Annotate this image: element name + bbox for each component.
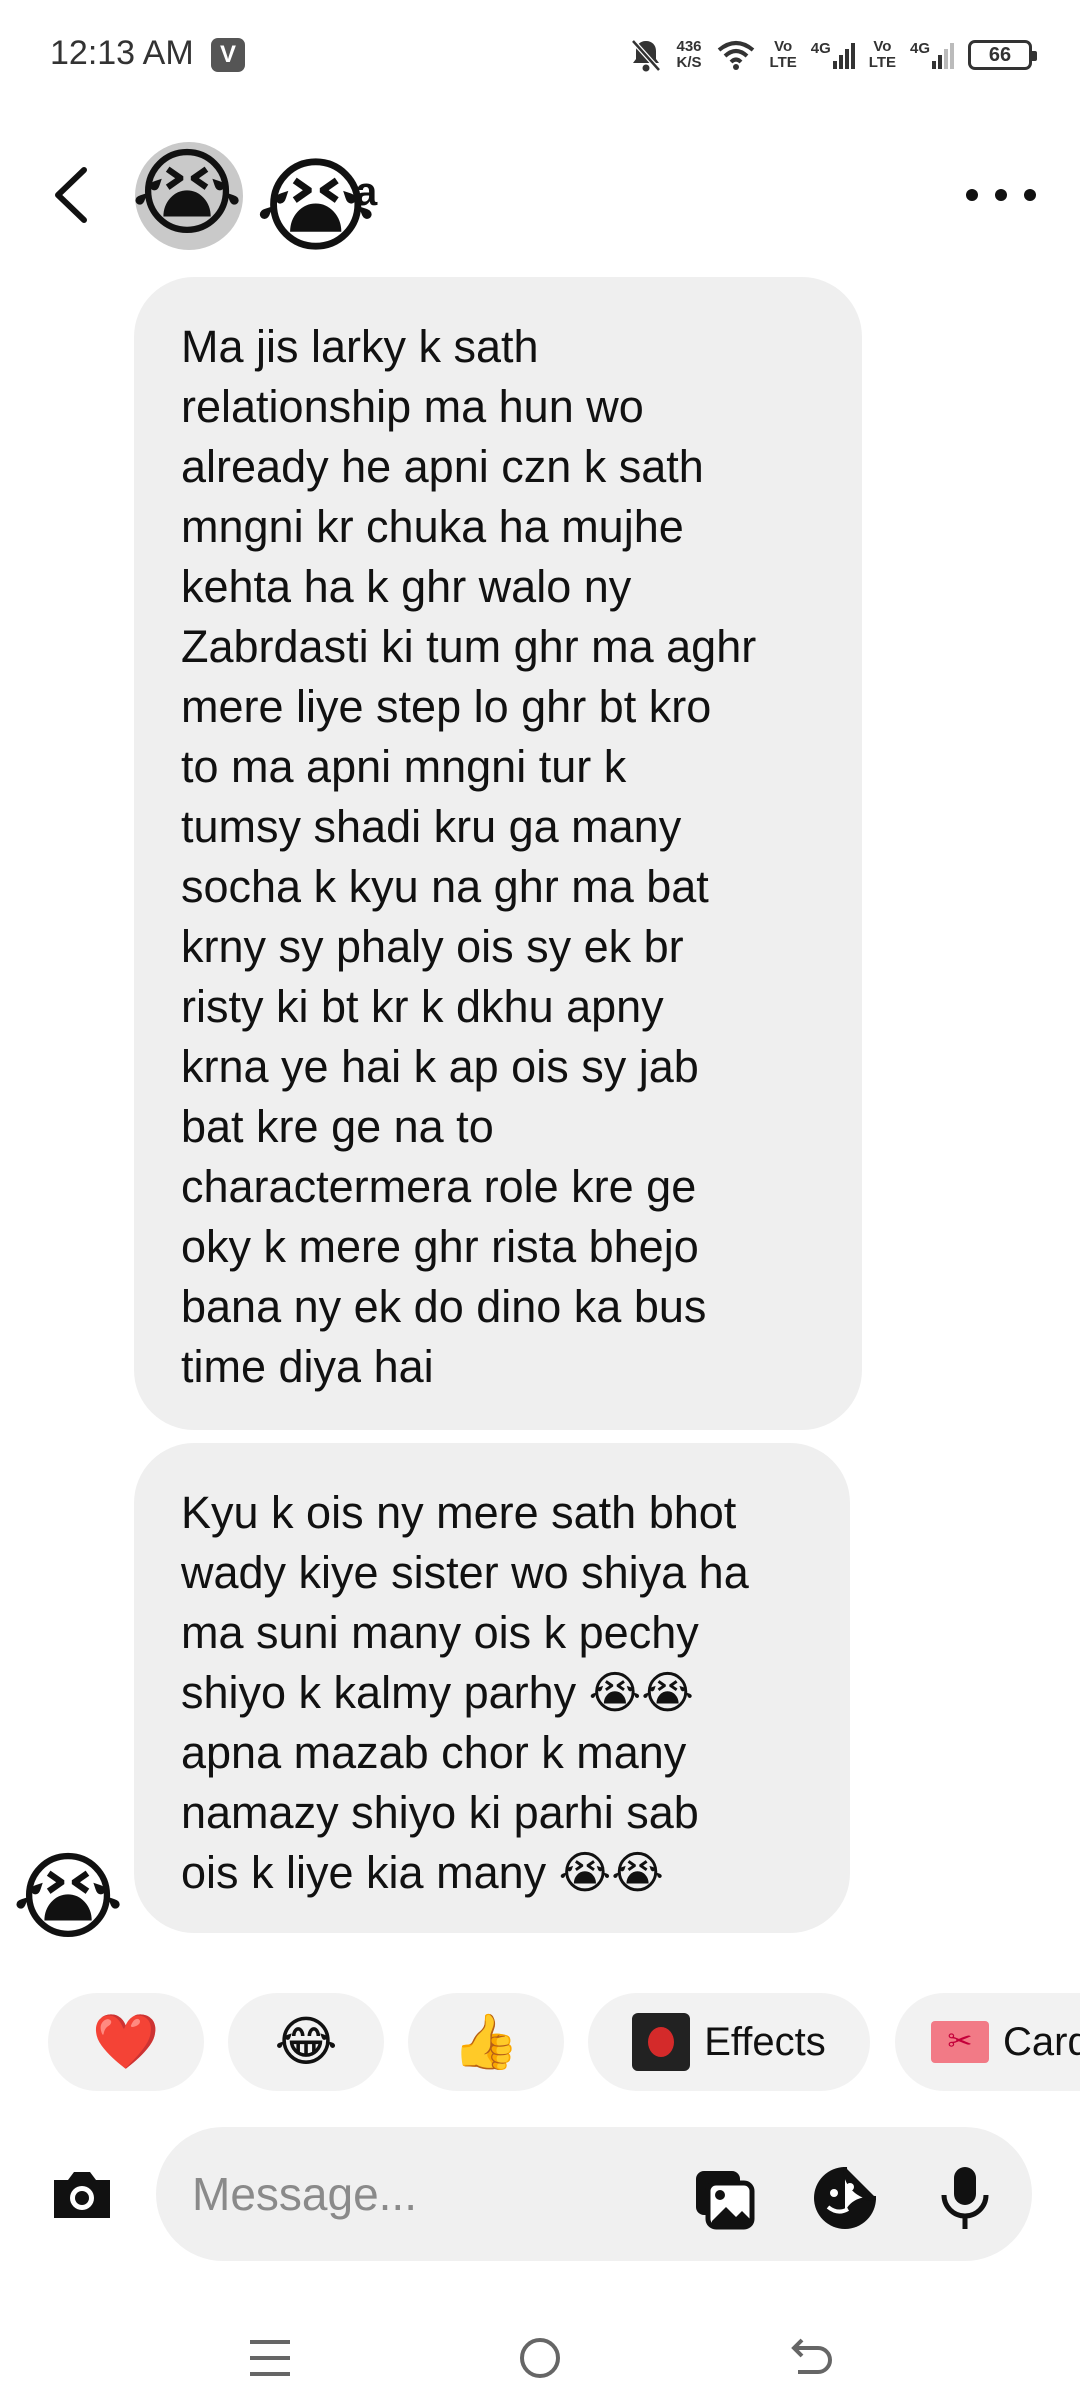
sticker-icon[interactable] [810, 2163, 880, 2233]
laugh-reaction-button[interactable]: 😂 [228, 1993, 384, 2091]
chat-header: 😭 a 😭 [0, 130, 1080, 270]
gallery-icon[interactable] [690, 2163, 760, 2233]
message-bubble[interactable]: Ma jis larky k sath relationship ma hun … [134, 277, 862, 1430]
thumbs-up-icon: 👍 [452, 2012, 520, 2072]
sim2-signal-icon: 4G [910, 41, 954, 69]
camera-icon[interactable] [46, 2158, 118, 2230]
wifi-icon [717, 41, 754, 70]
message-composer [0, 2125, 1080, 2265]
contact-avatar[interactable]: 😭 [135, 142, 243, 250]
mute-bell-icon [630, 39, 661, 72]
message-bubble[interactable]: Kyu k ois ny mere sath bhot wady kiye si… [134, 1443, 850, 1933]
sim2-volte-label: Vo LTE [868, 38, 896, 71]
app-notification-badge: V [211, 38, 245, 72]
status-icons: 436 K/S Vo LTE 4G Vo LTE 4G 66 [629, 30, 1037, 80]
home-icon[interactable] [510, 2328, 570, 2388]
heart-reaction-button[interactable]: ❤️ [48, 1993, 204, 2091]
crying-face-sticker-icon: 😭 [255, 149, 377, 265]
cards-button[interactable]: ✂ Cards [895, 1993, 1080, 2091]
more-dot [995, 189, 1007, 201]
message-text: Kyu k ois ny mere sath bhot wady kiye si… [181, 1487, 749, 1898]
status-time: 12:13 AM [50, 34, 194, 72]
sim1-volte-label: Vo LTE [769, 38, 797, 71]
heart-icon: ❤️ [92, 2012, 160, 2072]
more-options-button[interactable] [966, 180, 1036, 210]
recent-apps-icon[interactable] [240, 2328, 300, 2388]
sim1-signal-icon: 4G [811, 41, 855, 69]
quick-reactions-row: ❤️ 😂 👍 Effects ✂ Cards [0, 1993, 1080, 2093]
message-input[interactable] [156, 2127, 1032, 2261]
gift-card-icon: ✂ [931, 2021, 989, 2063]
effects-thumbnail-icon [632, 2013, 691, 2071]
status-bar: 12:13 AM V 436 K/S Vo LTE 4G Vo LTE 4G 6… [0, 0, 1080, 110]
cards-label: Cards [1003, 2019, 1080, 2064]
network-speed: 436 K/S [676, 38, 702, 71]
battery-icon: 66 [968, 40, 1037, 70]
sender-avatar-crying-face-icon[interactable]: 😭 [12, 1848, 124, 1948]
more-dot [1024, 189, 1036, 201]
message-text: Ma jis larky k sath relationship ma hun … [181, 321, 757, 1392]
back-icon[interactable] [780, 2328, 840, 2388]
more-dot [966, 189, 978, 201]
crying-face-icon: 😭 [135, 142, 243, 247]
thumbs-up-reaction-button[interactable]: 👍 [408, 1993, 564, 2091]
laughing-face-icon: 😂 [274, 2012, 338, 2072]
microphone-icon[interactable] [930, 2163, 1000, 2233]
back-arrow-icon[interactable] [44, 160, 104, 230]
system-navigation-bar [0, 2300, 1080, 2404]
effects-button[interactable]: Effects [588, 1993, 870, 2091]
effects-label: Effects [704, 2019, 826, 2064]
